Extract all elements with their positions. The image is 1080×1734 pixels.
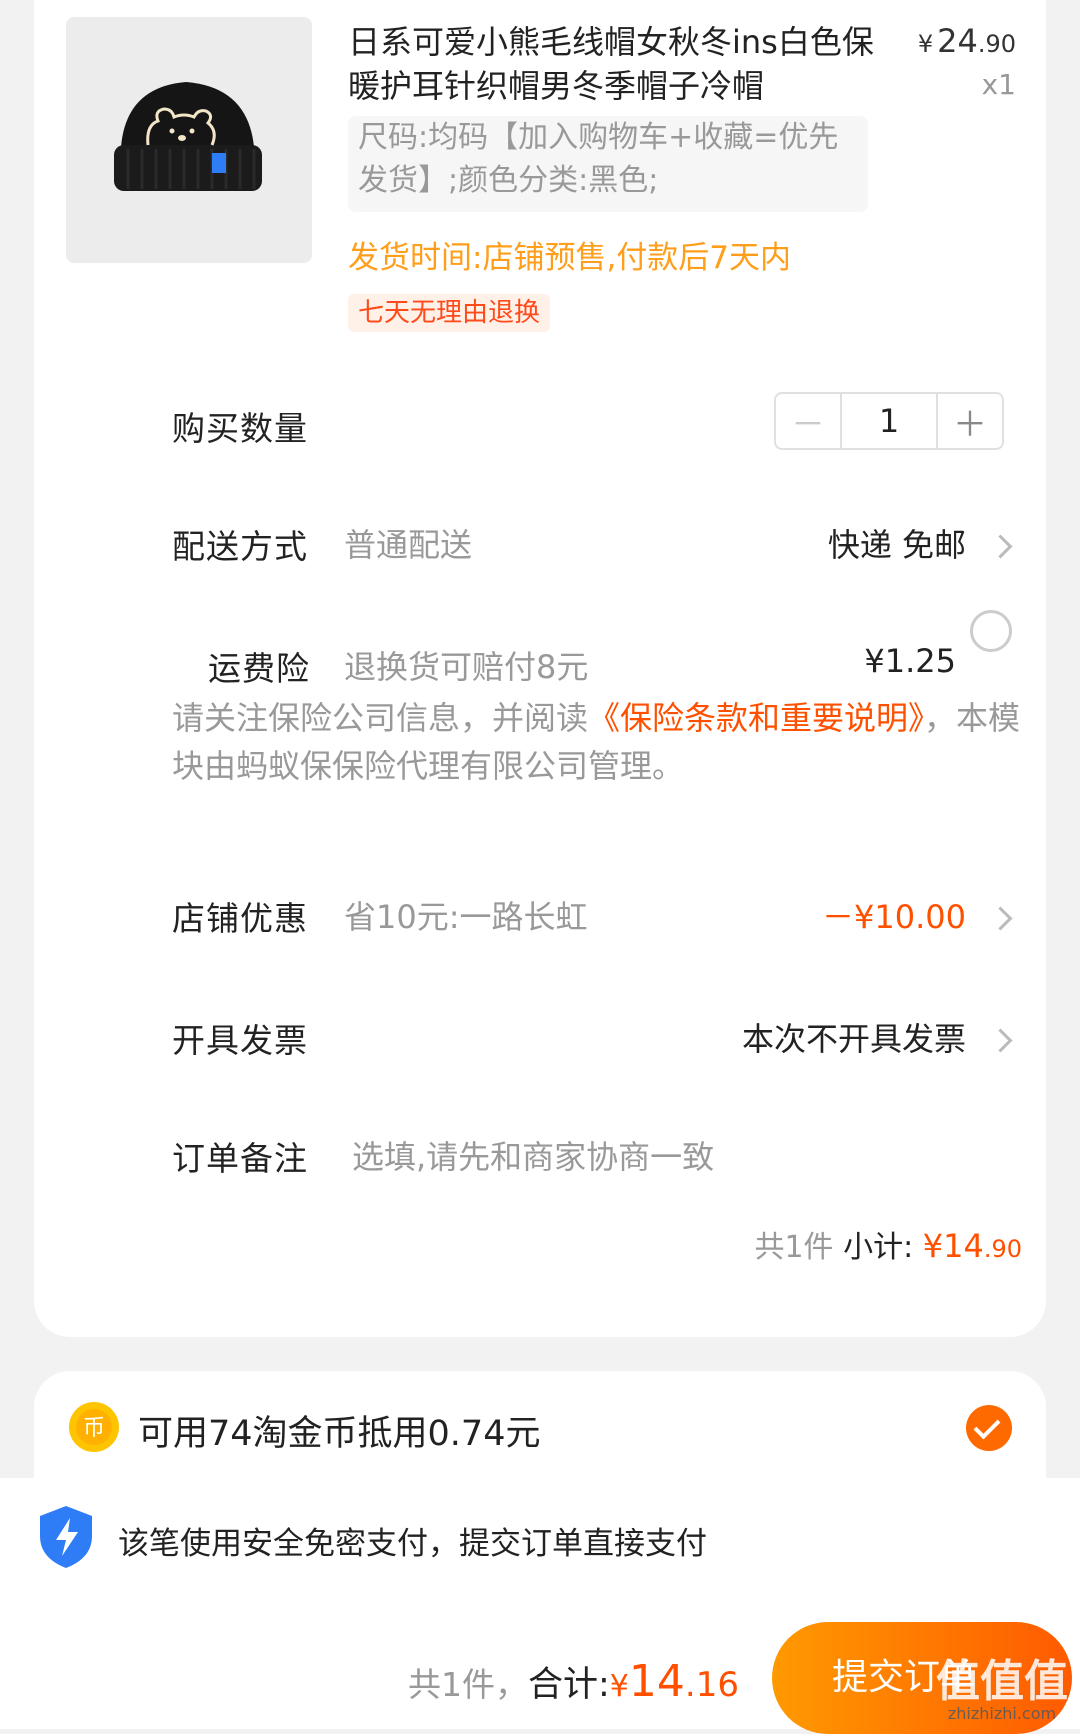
product-sku[interactable]: 尺码:均码【加入购物车+收藏=优先发货】;颜色分类:黑色; bbox=[348, 116, 868, 212]
delivery-method: 普通配送 bbox=[344, 526, 473, 564]
store-discount-desc: 省10元:一路长虹 bbox=[344, 898, 588, 936]
insurance-label: 运费险 bbox=[208, 649, 310, 688]
delivery-value: 快递 免邮 bbox=[827, 526, 966, 564]
beanie-hat-image bbox=[114, 82, 262, 191]
delivery-label: 配送方式 bbox=[172, 527, 308, 566]
notice-text: 请关注保险公司信息，并阅读 bbox=[172, 699, 589, 737]
quantity-stepper: － 1 ＋ bbox=[774, 392, 1004, 450]
chevron-right-icon bbox=[988, 906, 1013, 931]
gold-coin-icon: 币 bbox=[69, 1402, 119, 1452]
price-int: 24 bbox=[937, 22, 978, 60]
remark-input[interactable]: 选填,请先和商家协商一致 bbox=[352, 1132, 714, 1178]
order-card: 日系可爱小熊毛线帽女秋冬ins白色保暖护耳针织帽男冬季帽子冷帽 ¥24.90 x… bbox=[34, 0, 1046, 1337]
product-price: ¥24.90 bbox=[918, 22, 1016, 60]
total-int: 14 bbox=[628, 1656, 685, 1707]
watermark-logo: 值值值 bbox=[936, 1656, 1068, 1707]
invoice-label: 开具发票 bbox=[172, 1021, 308, 1060]
chevron-right-icon bbox=[988, 534, 1013, 559]
insurance-terms-link[interactable]: 《保险条款和重要说明》 bbox=[588, 699, 924, 737]
svg-text:币: 币 bbox=[83, 1416, 105, 1441]
invoice-value: 本次不开具发票 bbox=[741, 1020, 966, 1058]
bottom-bar: 该笔使用安全免密支付，提交订单直接支付 共1件，合计:¥14.16 提交订单 值… bbox=[0, 1478, 1080, 1734]
total-symbol: ¥ bbox=[609, 1669, 629, 1704]
remark-label: 订单备注 bbox=[172, 1139, 308, 1178]
ship-time: 发货时间:店铺预售,付款后7天内 bbox=[348, 240, 792, 276]
insurance-radio[interactable] bbox=[970, 610, 1012, 652]
store-discount-value: －¥10.00 bbox=[822, 898, 966, 936]
insurance-price: ¥1.25 bbox=[864, 642, 956, 680]
insurance-notice: 请关注保险公司信息，并阅读《保险条款和重要说明》，本模块由蚂蚁保保险代理有限公司… bbox=[172, 694, 1032, 790]
coin-checkbox[interactable] bbox=[966, 1405, 1012, 1451]
product-thumbnail[interactable] bbox=[66, 17, 312, 263]
total-amount: ¥14.16 bbox=[610, 1656, 739, 1707]
product-quantity: x1 bbox=[981, 68, 1016, 101]
quantity-minus-button[interactable]: － bbox=[776, 394, 842, 448]
quantity-label: 购买数量 bbox=[172, 409, 308, 448]
chevron-right-icon bbox=[988, 1028, 1013, 1053]
total-dec: .16 bbox=[684, 1665, 739, 1705]
quantity-value[interactable]: 1 bbox=[842, 394, 936, 448]
return-policy-badge: 七天无理由退换 bbox=[348, 294, 551, 332]
subtotal-symbol: ¥ bbox=[922, 1227, 944, 1265]
total-count: 共1件， bbox=[408, 1665, 528, 1704]
subtotal-amount: ¥14.90 bbox=[923, 1227, 1022, 1265]
quantity-plus-button[interactable]: ＋ bbox=[936, 394, 1002, 448]
subtotal-int: 14 bbox=[943, 1227, 984, 1265]
watermark-url: zhizhizhi.com bbox=[947, 1704, 1057, 1723]
subtotal-dec: .90 bbox=[983, 1235, 1022, 1263]
total-summary: 共1件，合计:¥14.16 bbox=[408, 1656, 739, 1707]
subtotal-count: 共1件 bbox=[754, 1230, 834, 1265]
price-dec: .90 bbox=[977, 30, 1016, 58]
subtotal: 共1件 小计: ¥14.90 bbox=[754, 1222, 1022, 1266]
total-label: 合计: bbox=[528, 1665, 610, 1705]
subtotal-label: 小计: bbox=[843, 1230, 914, 1265]
watermark: 值值值 zhizhizhi.com bbox=[936, 1659, 1068, 1723]
secure-pay-text: 该笔使用安全免密支付，提交订单直接支付 bbox=[118, 1526, 707, 1562]
coin-deduction-text: 可用74淘金币抵用0.74元 bbox=[138, 1414, 541, 1454]
product-title[interactable]: 日系可爱小熊毛线帽女秋冬ins白色保暖护耳针织帽男冬季帽子冷帽 bbox=[348, 20, 878, 108]
price-symbol: ¥ bbox=[917, 30, 934, 58]
shield-icon bbox=[40, 1506, 92, 1568]
insurance-desc: 退换货可赔付8元 bbox=[344, 648, 589, 686]
store-discount-label: 店铺优惠 bbox=[172, 899, 308, 938]
